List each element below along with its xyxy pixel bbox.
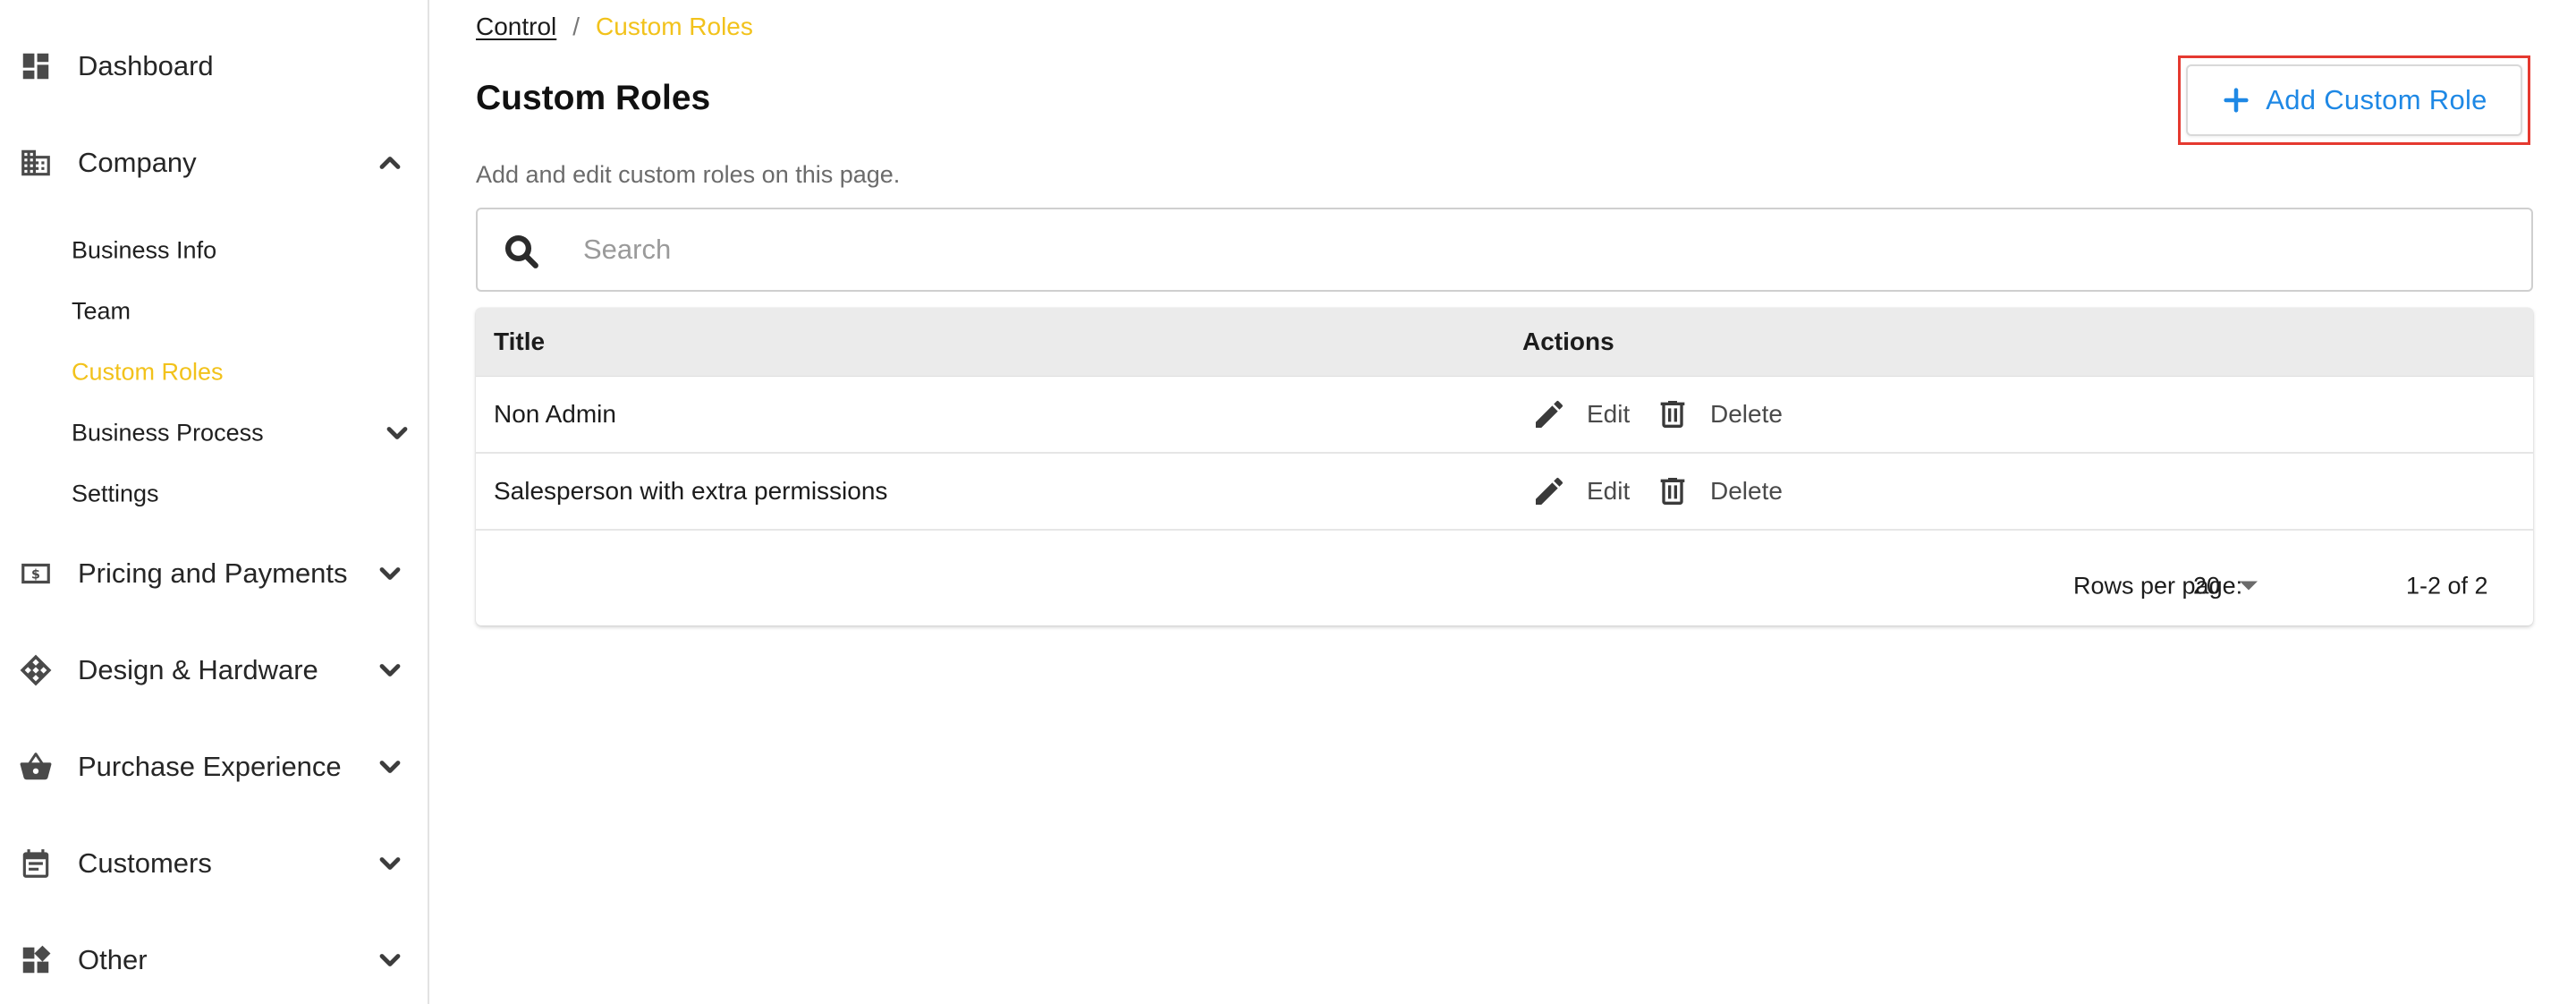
delete-button[interactable]: Delete <box>1655 396 1783 432</box>
sidebar-item-label: Pricing and Payments <box>78 557 348 589</box>
edit-label: Edit <box>1587 477 1631 505</box>
sidebar-item-dashboard[interactable]: Dashboard <box>0 34 429 98</box>
sidebar-item-label: Custom Roles <box>72 358 224 386</box>
sidebar-item-label: Customers <box>78 847 212 879</box>
pagination-range: 1-2 of 2 <box>2406 572 2488 599</box>
role-title: Salesperson with extra permissions <box>494 477 888 505</box>
chevron-down-icon[interactable] <box>374 654 406 686</box>
sidebar-item-label: Other <box>78 944 148 975</box>
building-icon <box>18 145 54 181</box>
sidebar-item-label: Team <box>72 297 131 325</box>
chevron-down-icon[interactable] <box>374 557 406 590</box>
column-header-title[interactable]: Title <box>494 328 545 356</box>
calendar-list-icon <box>18 846 54 881</box>
table-row: Non Admin Edit Delete <box>476 377 2533 454</box>
dollar-bill-icon: $ <box>18 556 54 591</box>
breadcrumb: Control / Custom Roles <box>476 13 753 41</box>
grid-diamond-icon <box>18 652 54 688</box>
sidebar-item-other[interactable]: Other <box>0 928 429 992</box>
edit-button[interactable]: Edit <box>1531 396 1630 432</box>
search-icon <box>503 233 540 270</box>
sidebar-item-company[interactable]: Company <box>0 131 429 195</box>
caret-down-icon <box>2240 581 2258 591</box>
page-title: Custom Roles <box>476 79 711 117</box>
chevron-down-icon[interactable] <box>374 751 406 783</box>
sidebar-item-settings[interactable]: Settings <box>0 467 429 521</box>
sidebar-item-custom-roles[interactable]: Custom Roles <box>0 345 429 399</box>
sidebar-item-team[interactable]: Team <box>0 285 429 338</box>
sidebar-item-label: Business Info <box>72 236 217 264</box>
breadcrumb-separator: / <box>572 13 580 40</box>
rows-per-page-value: 20 <box>2193 572 2221 599</box>
chevron-down-icon[interactable] <box>374 847 406 880</box>
search-input[interactable] <box>583 209 2506 290</box>
svg-text:$: $ <box>31 568 40 583</box>
breadcrumb-current: Custom Roles <box>596 13 753 40</box>
sidebar-item-label: Purchase Experience <box>78 751 342 782</box>
sidebar-item-design-hardware[interactable]: Design & Hardware <box>0 638 429 702</box>
add-custom-role-label: Add Custom Role <box>2266 84 2487 115</box>
sidebar-item-business-process[interactable]: Business Process <box>0 406 429 460</box>
search-box <box>476 208 2533 292</box>
delete-button[interactable]: Delete <box>1655 473 1783 509</box>
chevron-up-icon[interactable] <box>374 147 406 179</box>
pencil-icon <box>1531 473 1567 509</box>
dashboard-icon <box>18 48 54 84</box>
page-subtitle: Add and edit custom roles on this page. <box>476 161 901 188</box>
sidebar-item-label: Settings <box>72 480 159 507</box>
plus-icon <box>2221 85 2251 115</box>
sidebar-item-customers[interactable]: Customers <box>0 831 429 896</box>
table-pagination: Rows per page: 20 1-2 of 2 <box>476 546 2533 625</box>
role-title: Non Admin <box>494 400 616 428</box>
widgets-icon <box>18 942 54 978</box>
trash-icon <box>1655 396 1690 432</box>
sidebar-item-label: Company <box>78 147 197 178</box>
delete-label: Delete <box>1710 400 1783 428</box>
trash-icon <box>1655 473 1690 509</box>
sidebar-item-label: Dashboard <box>78 50 214 81</box>
sidebar-item-pricing-payments[interactable]: $ Pricing and Payments <box>0 541 429 606</box>
breadcrumb-link-control[interactable]: Control <box>476 13 556 41</box>
sidebar-item-purchase-experience[interactable]: Purchase Experience <box>0 735 429 799</box>
sidebar: Dashboard Company Business Info Team Cus… <box>0 0 429 1004</box>
add-custom-role-button[interactable]: Add Custom Role <box>2186 64 2522 136</box>
basket-icon <box>18 749 54 785</box>
sidebar-item-label: Business Process <box>72 419 264 447</box>
table-row: Salesperson with extra permissions Edit … <box>476 454 2533 531</box>
table-header: Title Actions <box>476 308 2533 377</box>
delete-label: Delete <box>1710 477 1783 505</box>
sidebar-item-label: Design & Hardware <box>78 654 318 685</box>
sidebar-item-business-info[interactable]: Business Info <box>0 224 429 277</box>
pencil-icon <box>1531 396 1567 432</box>
chevron-down-icon[interactable] <box>381 417 413 449</box>
edit-button[interactable]: Edit <box>1531 473 1630 509</box>
edit-label: Edit <box>1587 400 1631 428</box>
roles-table: Title Actions Non Admin Edit Delete Sale… <box>476 308 2533 625</box>
rows-per-page-select[interactable]: 20 <box>2193 572 2258 600</box>
chevron-down-icon[interactable] <box>374 944 406 976</box>
column-header-actions: Actions <box>1522 328 1614 355</box>
